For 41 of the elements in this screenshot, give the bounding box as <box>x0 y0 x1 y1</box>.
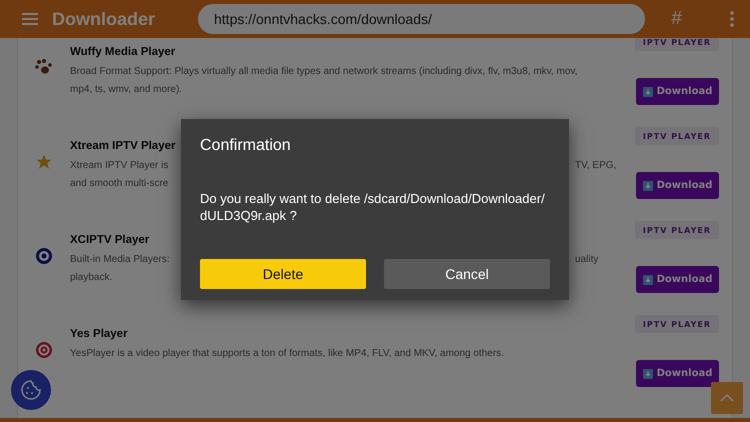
download-button[interactable]: Download <box>636 360 719 387</box>
hash-button[interactable]: # <box>667 8 686 30</box>
target-icon <box>35 247 53 265</box>
app-description: uality <box>575 253 598 267</box>
target-icon <box>35 341 53 359</box>
download-icon <box>642 86 653 96</box>
app-description: Built-in Media Players: <box>70 253 170 267</box>
app-description: mp4, ts, wmv, and more). <box>70 83 182 97</box>
more-icon[interactable] <box>730 11 734 27</box>
app-description: Xtream IPTV Player is <box>70 159 168 173</box>
scroll-top-button[interactable] <box>711 382 743 414</box>
app-description: Broad Format Support: Plays virtually all media file types and network streams (including divx, flv, m3u8, mkv, mov, <box>70 65 578 79</box>
app-title: Yes Player <box>70 327 128 342</box>
download-icon <box>642 368 653 378</box>
category-tag: IPTV PLAYER <box>634 315 719 333</box>
category-tag: IPTV PLAYER <box>634 127 719 145</box>
category-tag: IPTV PLAYER <box>634 221 719 239</box>
cookie-icon <box>20 379 42 401</box>
dialog-message: Do you really want to delete /sdcard/Download/Downloader/ dULD3Q9r.apk ? <box>200 190 545 224</box>
download-icon <box>642 180 653 190</box>
category-tag: IPTV PLAYER <box>634 37 719 51</box>
download-button[interactable]: Download <box>636 172 719 199</box>
app-description: TV, EPG, <box>575 159 616 173</box>
app-description: playback. <box>70 271 112 285</box>
url-field[interactable]: https://onntvhacks.com/downloads/ <box>198 4 645 34</box>
app-description: and smooth multi-scre <box>70 177 168 191</box>
dialog-title: Confirmation <box>200 137 292 155</box>
cancel-button[interactable]: Cancel <box>384 259 550 289</box>
download-icon <box>642 274 653 284</box>
app-logo: Downloader <box>52 8 156 30</box>
delete-button[interactable]: Delete <box>200 259 366 289</box>
app-title: XCIPTV Player <box>70 233 150 248</box>
paw-icon <box>35 59 53 75</box>
download-button[interactable]: Download <box>636 78 719 105</box>
chevron-up-icon <box>720 394 734 402</box>
menu-icon[interactable] <box>22 13 38 25</box>
star-icon <box>35 153 53 171</box>
download-button[interactable]: Download <box>636 266 719 293</box>
app-description: YesPlayer is a video player that supports a ton of formats, like MP4, FLV, and MKV, among others. <box>70 347 504 361</box>
app-title: Xtream IPTV Player <box>70 139 176 154</box>
app-title: Wuffy Media Player <box>70 45 176 60</box>
